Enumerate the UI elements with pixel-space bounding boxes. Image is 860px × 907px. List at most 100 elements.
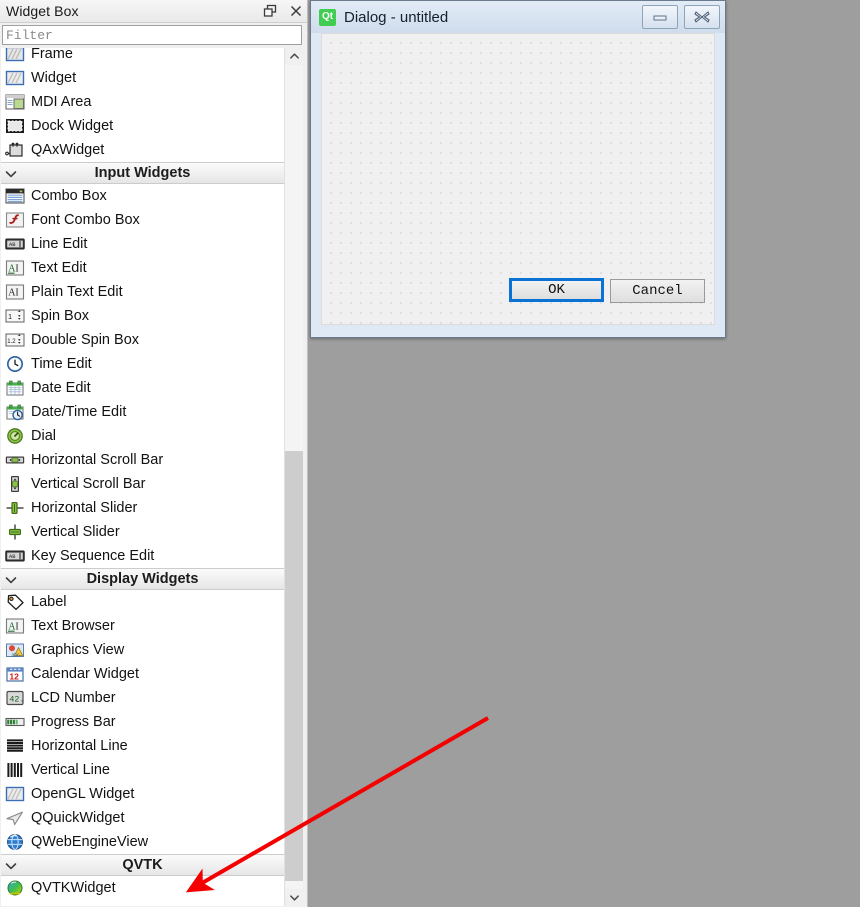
widget-list-item-graphics-view[interactable]: abc Graphics View: [1, 638, 284, 662]
section-header-qvtk[interactable]: QVTK: [1, 854, 284, 876]
widget-list-item-combo-box[interactable]: Combo Box: [1, 184, 284, 208]
widget-list-item-plain-text-edit[interactable]: A I Plain Text Edit: [1, 280, 284, 304]
section-header-input-widgets[interactable]: Input Widgets: [1, 162, 284, 184]
svg-text:12: 12: [9, 672, 19, 682]
widget-list-item-label: Vertical Slider: [31, 524, 120, 540]
section-header-label: Input Widgets: [94, 165, 191, 181]
widget-list-item-vertical-slider[interactable]: Vertical Slider: [1, 520, 284, 544]
widget-list-item-opengl-widget[interactable]: OpenGL Widget: [1, 782, 284, 806]
widget-list-item-font-combo-box[interactable]: Font Combo Box: [1, 208, 284, 232]
widget-list-item-horizontal-line[interactable]: Horizontal Line: [1, 734, 284, 758]
widget-list-item-mdi-area[interactable]: MDI Area: [1, 90, 284, 114]
widget-list-item-date-time-edit[interactable]: Date/Time Edit: [1, 400, 284, 424]
widget-list-item-time-edit[interactable]: Time Edit: [1, 352, 284, 376]
line-edit-icon: AB: [5, 235, 25, 253]
widget-list-item-frame[interactable]: Frame: [1, 48, 284, 66]
widget-list-item-qwebengineview[interactable]: QWebEngineView: [1, 830, 284, 854]
widget-list-item-double-spin-box[interactable]: 1.2 Double Spin Box: [1, 328, 284, 352]
filter-input-wrapper: [2, 25, 302, 45]
widget-list-item-dock-widget[interactable]: Dock Widget: [1, 114, 284, 138]
widget-list-item-label: Horizontal Line: [31, 738, 128, 754]
time-edit-icon: [5, 355, 25, 373]
dialog-title: Dialog - untitled: [344, 8, 449, 26]
widget-list-item-label: LCD Number: [31, 690, 116, 706]
section-header-label: Display Widgets: [86, 571, 199, 587]
chevron-down-icon: [4, 167, 18, 181]
widget-icon: [5, 69, 25, 87]
widget-list-item-progress-bar[interactable]: Progress Bar: [1, 710, 284, 734]
dialog-window-buttons: [642, 5, 720, 29]
widget-list-scrollbar[interactable]: [284, 48, 303, 906]
widget-list-item-spin-box[interactable]: 1 Spin Box: [1, 304, 284, 328]
screen: Widget Box FrameWidgetMDI AreaDo: [0, 0, 860, 907]
widget-list-item-label: Dial: [31, 428, 56, 444]
dialog-titlebar[interactable]: Qt Dialog - untitled: [311, 1, 725, 33]
dial-icon: [5, 427, 25, 445]
filter-input[interactable]: [2, 25, 302, 45]
widget-box-title: Widget Box: [6, 3, 79, 19]
scroll-up-button[interactable]: [285, 48, 303, 65]
combo-box-icon: [5, 187, 25, 205]
form-canvas[interactable]: OK Cancel: [321, 33, 715, 325]
graphics-view-icon: abc: [5, 641, 25, 659]
widget-list-item-label: Date/Time Edit: [31, 404, 127, 420]
label-icon: [5, 593, 25, 611]
widget-list-item-text-edit[interactable]: A I Text Edit: [1, 256, 284, 280]
widget-list-item-vertical-line[interactable]: Vertical Line: [1, 758, 284, 782]
svg-text:1.2: 1.2: [7, 339, 16, 345]
widget-list-item-horizontal-slider[interactable]: Horizontal Slider: [1, 496, 284, 520]
widget-list-item-label: Dock Widget: [31, 118, 114, 134]
progress-bar-icon: [5, 713, 25, 731]
widget-list-item-label[interactable]: Label: [1, 590, 284, 614]
section-header-display-widgets[interactable]: Display Widgets: [1, 568, 284, 590]
widget-list-item-label: Key Sequence Edit: [31, 548, 155, 564]
chevron-up-icon: [289, 53, 299, 59]
font-combo-box-icon: [5, 211, 25, 229]
widget-list-item-calendar-widget[interactable]: 12 Calendar Widget: [1, 662, 284, 686]
widget-list-item-label: Plain Text Edit: [31, 284, 123, 300]
text-browser-icon: AI: [5, 617, 25, 635]
widget-list[interactable]: Frame Widget MDI Area Dock Widget QAxWidget I…: [1, 48, 284, 906]
close-icon: [694, 11, 710, 23]
chevron-down-icon: [4, 573, 18, 587]
widget-list-item-qquickwidget[interactable]: QQuickWidget: [1, 806, 284, 830]
widget-list-item-line-edit[interactable]: AB Line Edit: [1, 232, 284, 256]
cancel-button[interactable]: Cancel: [610, 279, 705, 303]
date-time-edit-icon: [5, 403, 25, 421]
date-edit-icon: [5, 379, 25, 397]
scrollbar-thumb[interactable]: [285, 451, 303, 881]
horizontal-scroll-bar-icon: [5, 451, 25, 469]
dock-widget-icon: [5, 117, 25, 135]
calendar-widget-icon: 12: [5, 665, 25, 683]
vertical-slider-icon: [5, 523, 25, 541]
scrollbar-track[interactable]: [285, 65, 303, 889]
widget-list-item-vertical-scroll-bar[interactable]: Vertical Scroll Bar: [1, 472, 284, 496]
widget-list-item-horizontal-scroll-bar[interactable]: Horizontal Scroll Bar: [1, 448, 284, 472]
widget-list-item-label: QQuickWidget: [31, 810, 125, 826]
float-icon[interactable]: [263, 4, 277, 18]
scroll-down-button[interactable]: [285, 889, 303, 906]
widget-list-item-label: Widget: [31, 70, 77, 86]
widget-list-item-qvtkwidget[interactable]: QVTKWidget: [1, 876, 284, 900]
svg-text:I: I: [15, 288, 18, 299]
widget-list-item-text-browser[interactable]: A I Text Browser: [1, 614, 284, 638]
dialog-close-button[interactable]: [684, 5, 720, 29]
widget-list-item-label: QVTKWidget: [31, 880, 116, 896]
dialog-minimize-button[interactable]: [642, 5, 678, 29]
section-header-label: QVTK: [122, 857, 163, 873]
widget-list-item-lcd-number[interactable]: 42. LCD Number: [1, 686, 284, 710]
widget-list-item-label: QAxWidget: [31, 142, 105, 158]
svg-text:I: I: [15, 622, 18, 633]
ok-button[interactable]: OK: [509, 278, 604, 302]
widget-list-item-date-edit[interactable]: Date Edit: [1, 376, 284, 400]
svg-text:AB: AB: [9, 242, 16, 248]
widget-list-item-qaxwidget[interactable]: QAxWidget: [1, 138, 284, 162]
frame-icon: [5, 48, 25, 63]
widget-list-item-widget[interactable]: Widget: [1, 66, 284, 90]
widget-list-item-label: Text Edit: [31, 260, 87, 276]
widget-list-item-label: Font Combo Box: [31, 212, 140, 228]
widget-list-item-label: Frame: [31, 48, 73, 62]
widget-list-item-key-sequence-edit[interactable]: AB Key Sequence Edit: [1, 544, 284, 568]
close-icon[interactable]: [289, 4, 303, 18]
widget-list-item-dial[interactable]: Dial: [1, 424, 284, 448]
